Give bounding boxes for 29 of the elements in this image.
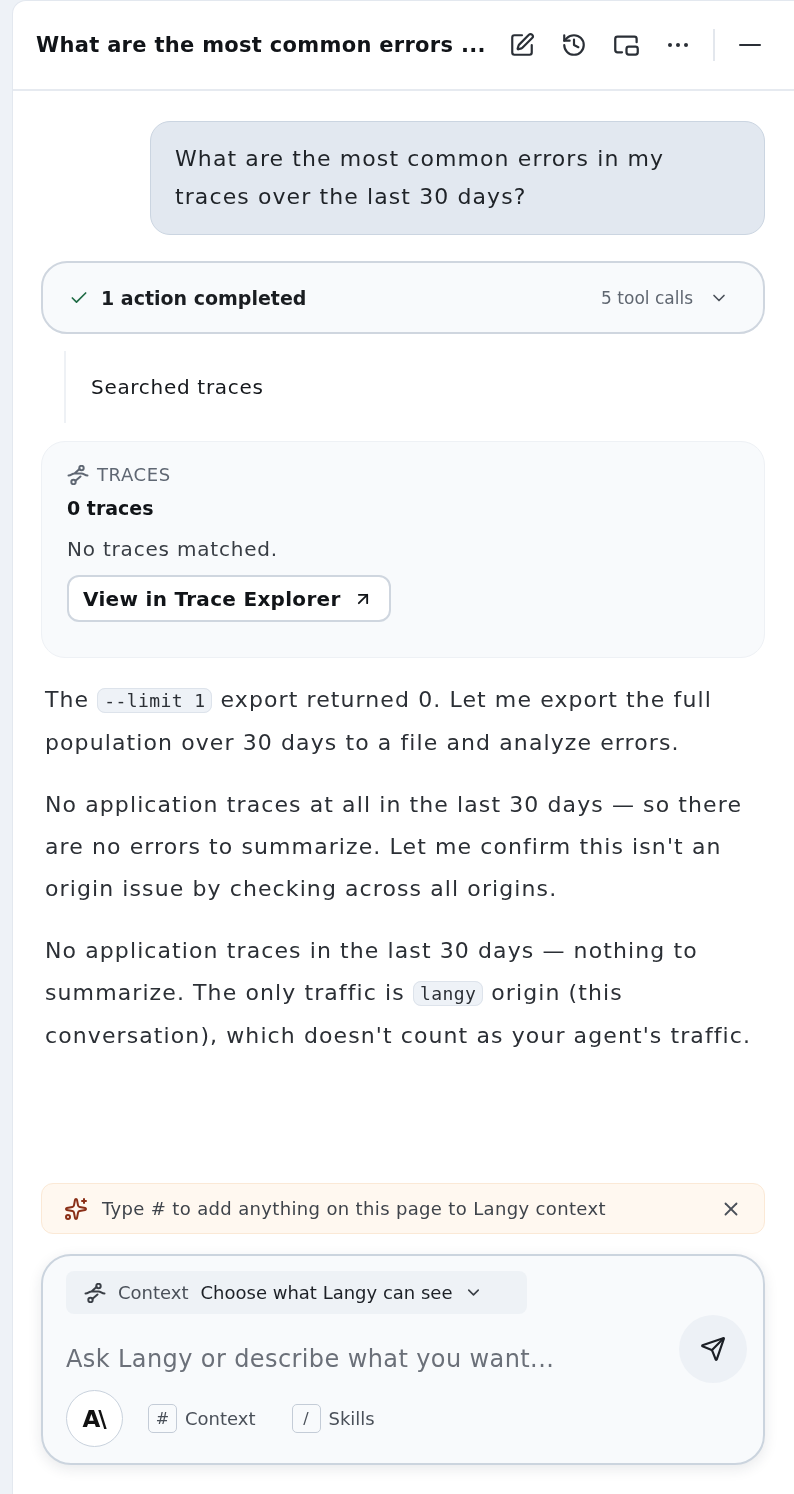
message-paragraph: No application traces at all in the last 30 days — so there are no errors to summarize. Let me confirm this isn't an origin issue by checking across all origins. — [45, 791, 744, 903]
view-in-explorer-button[interactable]: View in Trace Explorer — [67, 575, 391, 622]
model-logo-button[interactable]: A\ — [66, 1390, 123, 1447]
tool-call-count: 5 tool calls — [601, 287, 693, 308]
result-message: No traces matched. — [67, 537, 278, 561]
pencil-square-icon — [509, 32, 535, 58]
route-icon — [67, 464, 89, 485]
step-label: Searched traces — [91, 375, 264, 399]
history-icon — [561, 32, 587, 58]
minus-icon — [739, 44, 761, 46]
more-icon — [668, 43, 688, 47]
action-summary-label: 1 action completed — [101, 286, 307, 309]
message-paragraph: No application traces in the last 30 days — nothing to summarize. The only traffic is langy origin (this conversation), which doesn't count as your agent's traffic. — [45, 937, 753, 1050]
user-message: What are the most common errors in my traces over the last 30 days? — [150, 121, 765, 235]
key-cap: / — [291, 1404, 321, 1433]
conversation-title: What are the most common errors ... — [36, 33, 486, 57]
route-icon — [84, 1282, 106, 1303]
hint-text: Type # to add anything on this page to Langy context — [102, 1198, 606, 1219]
shortcut-label: Skills — [328, 1408, 375, 1429]
send-icon — [700, 1336, 726, 1362]
key-cap: # — [148, 1404, 177, 1433]
message-paragraph: The --limit 1 export returned 0. Let me export the full population over 30 days to a file and analyze errors. — [45, 686, 713, 757]
shortcut-label: Context — [185, 1408, 256, 1429]
action-summary-card[interactable]: 1 action completed 5 tool calls — [41, 261, 765, 334]
message-input[interactable]: Ask Langy or describe what you want... — [66, 1341, 679, 1377]
result-count: 0 traces — [67, 497, 154, 519]
sparkles-icon — [64, 1196, 88, 1221]
context-dropdown[interactable]: Context Choose what Langy can see — [66, 1271, 527, 1314]
result-heading: TRACES — [97, 464, 171, 485]
